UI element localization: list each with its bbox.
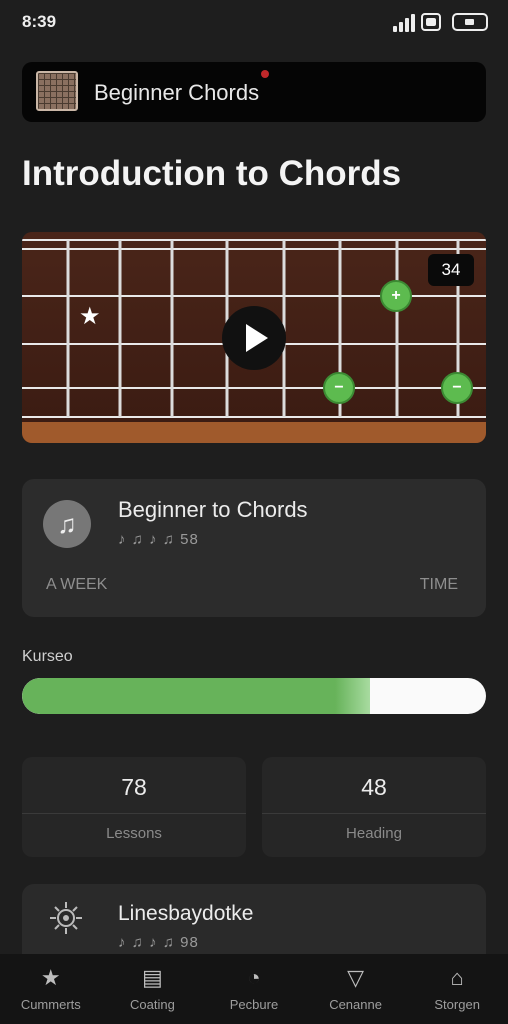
tab-label: Storgen [434, 996, 480, 1012]
finger-marker-remove[interactable]: − [441, 372, 473, 404]
tab-cenanne[interactable]: ▽ Cenanne [305, 954, 407, 1024]
stat-value: 48 [361, 774, 387, 800]
status-time: 8:39 [22, 12, 57, 31]
cup-icon: ▽ [347, 964, 365, 990]
tab-cummerts[interactable]: ★ Cummerts [0, 954, 102, 1024]
course-title: Beginner Chords [94, 80, 260, 105]
lesson-subtitle: ♪ ♫ ♪ ♫ 58 [118, 531, 199, 548]
page-title: Introduction to Chords [22, 154, 402, 193]
gear-icon [50, 902, 82, 934]
signal-icon [393, 14, 415, 32]
stat-card-heading[interactable]: 48 Heading [262, 757, 486, 857]
play-icon [246, 324, 268, 352]
fretboard-logo-icon [36, 71, 78, 111]
finger-marker-remove[interactable]: − [323, 372, 355, 404]
video-time-badge: 34 [428, 254, 474, 286]
stat-divider [262, 813, 486, 814]
star-marker-icon: ★ [79, 303, 101, 330]
video-player[interactable]: ★ 34 + − − [22, 232, 486, 443]
tab-storgen[interactable]: ⌂ Storgen [406, 954, 508, 1024]
wifi-icon [421, 13, 441, 31]
lesson-card[interactable]: ♫ Beginner to Chords ♪ ♫ ♪ ♫ 58 A WEEK T… [22, 479, 486, 617]
progress-fill [22, 678, 370, 714]
tab-label: Cenanne [329, 996, 382, 1012]
timer-icon: ◔ [247, 964, 261, 990]
chart-icon: ▤ [141, 964, 163, 990]
stat-divider [22, 813, 246, 814]
lesson-meta-right: TIME [419, 576, 458, 593]
tab-label: Pecbure [229, 996, 279, 1012]
lesson-meta-left: A WEEK [46, 576, 108, 593]
status-bar: 8:39 [0, 0, 508, 48]
star-icon: ★ [40, 964, 61, 990]
next-lesson-title: Linesbaydotke [118, 902, 254, 925]
play-button[interactable] [222, 306, 286, 370]
battery-icon [452, 13, 488, 31]
tab-coating[interactable]: ▤ Coating [102, 954, 204, 1024]
lesson-title: Beginner to Chords [118, 497, 308, 522]
progress-bar [22, 678, 486, 714]
course-header[interactable]: Beginner Chords [22, 62, 486, 122]
progress-label: Kurseo [22, 648, 73, 665]
next-lesson-subtitle: ♪ ♫ ♪ ♫ 98 [118, 934, 199, 951]
stat-value: 78 [121, 774, 147, 800]
tab-label: Coating [129, 996, 175, 1012]
tab-label: Cummerts [20, 996, 81, 1012]
finger-marker-add[interactable]: + [380, 280, 412, 312]
stat-label: Lessons [106, 825, 162, 842]
stat-label: Heading [346, 825, 402, 842]
home-icon: ⌂ [450, 964, 464, 990]
music-note-icon: ♫ [43, 500, 91, 548]
stat-card-lessons[interactable]: 78 Lessons [22, 757, 246, 857]
notification-dot [261, 70, 269, 78]
tab-pecbure[interactable]: ◔ Pecbure [203, 954, 305, 1024]
bottom-tab-bar: ★ Cummerts ▤ Coating ◔ Pecbure ▽ Cenanne… [0, 954, 508, 1024]
